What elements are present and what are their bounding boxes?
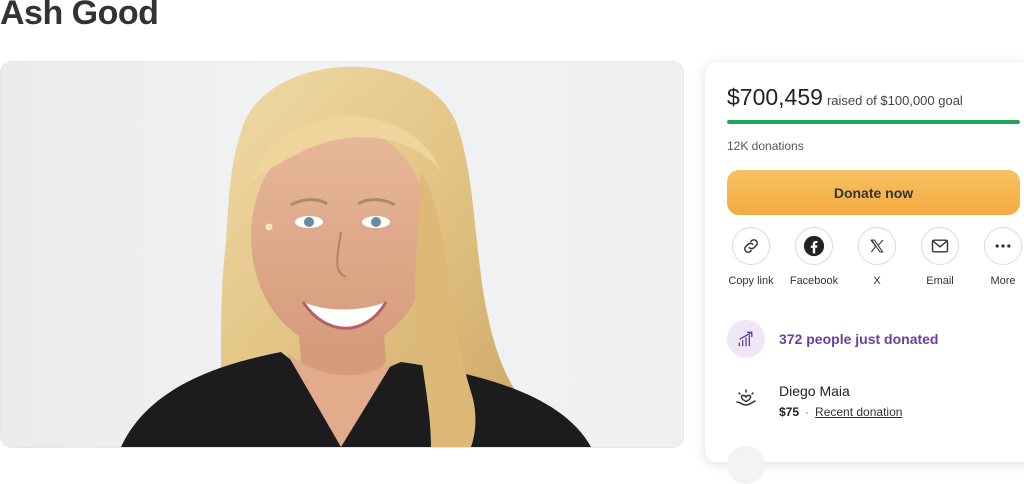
facebook-icon	[803, 235, 825, 257]
x-logo-icon	[870, 239, 884, 253]
share-facebook-button[interactable]	[795, 227, 833, 265]
donation-panel: $700,459 raised of $100,000 goal 12K dona…	[705, 62, 1024, 484]
share-email-button[interactable]	[921, 227, 959, 265]
share-copy-link-button[interactable]	[732, 227, 770, 265]
share-more-button[interactable]	[984, 227, 1022, 265]
progress-fill	[727, 120, 1020, 124]
progress-bar	[727, 120, 1020, 124]
share-x[interactable]: X	[847, 227, 907, 289]
goal-text: raised of $100,000 goal	[826, 93, 963, 108]
share-options: Copy link Facebook X Email More	[727, 227, 1024, 302]
share-more-label: More	[990, 275, 1016, 287]
heart-hand-icon	[727, 380, 765, 418]
share-copy-link-label: Copy link	[728, 275, 774, 287]
amount-raised: $700,459	[727, 84, 823, 110]
recent-donation-amount: $75	[779, 405, 800, 419]
more-icon	[995, 244, 1011, 248]
recent-donation-meta: $75 · Recent donation	[779, 405, 902, 419]
share-copy-link[interactable]: Copy link	[721, 227, 781, 289]
share-email-label: Email	[926, 275, 954, 287]
link-icon	[744, 239, 758, 253]
email-icon	[931, 239, 949, 253]
recent-donor-name: Diego Maia	[779, 383, 850, 399]
share-x-button[interactable]	[858, 227, 896, 265]
recent-donation-link[interactable]: Recent donation	[815, 405, 902, 419]
share-facebook[interactable]: Facebook	[784, 227, 844, 289]
separator-dot: ·	[805, 405, 810, 419]
donors-trend-text: 372 people just donated	[779, 331, 939, 347]
share-x-label: X	[873, 275, 881, 287]
donations-count: 12K donations	[727, 139, 804, 153]
fundraiser-hero-image	[0, 61, 684, 448]
raised-summary: $700,459 raised of $100,000 goal	[727, 84, 963, 111]
share-more[interactable]: More	[973, 227, 1024, 289]
trending-up-icon	[727, 320, 765, 358]
share-facebook-label: Facebook	[789, 275, 839, 287]
donate-now-button[interactable]: Donate now	[727, 170, 1020, 215]
share-email[interactable]: Email	[910, 227, 970, 289]
page-title: Ash Good	[0, 0, 159, 32]
next-activity-avatar	[727, 446, 765, 484]
